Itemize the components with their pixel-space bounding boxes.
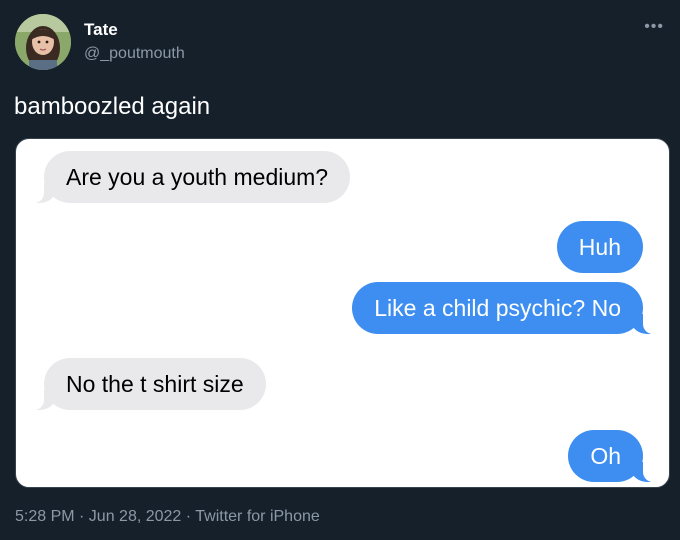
message-text: Huh [578,234,621,260]
tweet-media-image[interactable]: Are you a youth medium? Huh Like a child… [15,138,670,488]
message-bubble-outgoing: Oh [568,430,655,482]
avatar[interactable] [15,14,71,70]
author-handle[interactable]: @_poutmouth [84,45,185,63]
tweet-timestamp[interactable]: 5:28 PM · Jun 28, 2022 · Twitter for iPh… [15,508,320,526]
message-text: Like a child psychic? No [374,295,621,321]
avatar-image [15,14,71,70]
message-text: Are you a youth medium? [66,164,329,190]
tweet-text: bamboozled again [14,93,211,120]
message-bubble-outgoing: Like a child psychic? No [352,282,655,334]
message-bubble-outgoing: Huh [556,221,643,273]
message-bubble-incoming: No the t shirt size [32,358,266,410]
message-text: Oh [590,443,621,469]
message-text: No the t shirt size [66,371,244,397]
author-name[interactable]: Tate [84,20,118,40]
more-horizontal-icon[interactable]: ••• [644,18,664,36]
message-bubble-incoming: Are you a youth medium? [31,151,351,203]
